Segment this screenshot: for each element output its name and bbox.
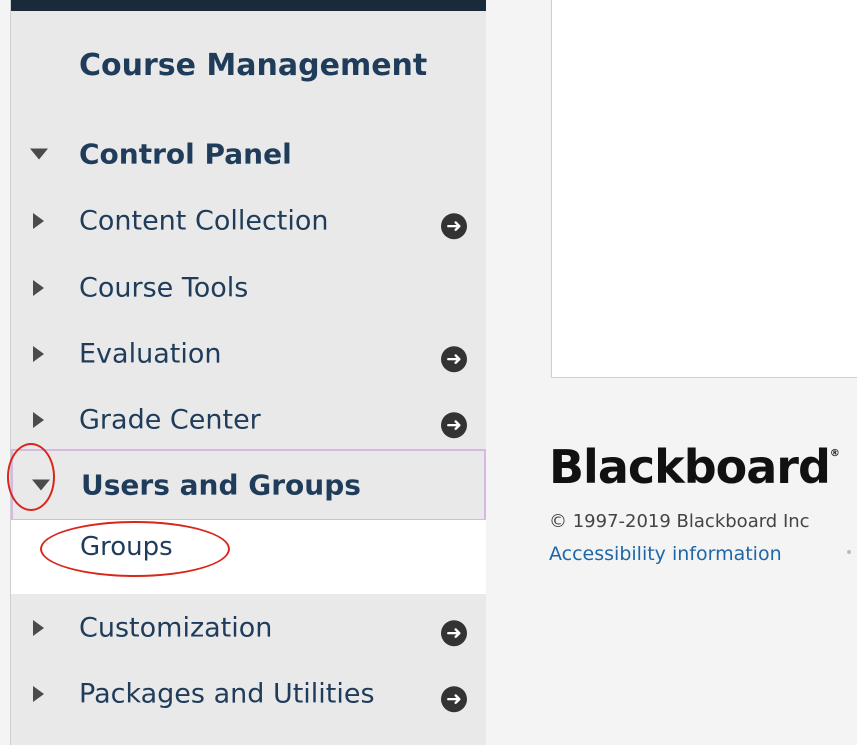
content-area	[551, 0, 857, 378]
registered-mark: ®	[829, 448, 840, 459]
sidebar-item-content-collection[interactable]: Content Collection ➜	[11, 190, 486, 252]
blackboard-logo: Blackboard®	[549, 440, 840, 494]
expand-triangle-icon[interactable]	[33, 280, 44, 296]
annotation-oval	[40, 521, 230, 577]
go-arrow-icon[interactable]: ➜	[441, 213, 467, 240]
top-bar	[11, 0, 486, 11]
sidebar-item-label: Content Collection	[79, 205, 329, 237]
sidebar-item-users-and-groups[interactable]: Users and Groups	[11, 449, 486, 521]
go-arrow-icon[interactable]: ➜	[441, 686, 467, 713]
sidebar-item-label: Grade Center	[79, 404, 261, 436]
sidebar-item-label: Packages and Utilities	[79, 678, 375, 710]
annotation-circle	[7, 443, 55, 511]
sidebar-item-grade-center[interactable]: Grade Center ➜	[11, 389, 486, 451]
separator-dot	[847, 550, 851, 554]
expand-triangle-icon[interactable]	[33, 346, 44, 362]
sidebar-item-packages-and-utilities[interactable]: Packages and Utilities ➜	[11, 663, 486, 725]
brand-text: Blackboard	[549, 440, 831, 494]
go-arrow-icon[interactable]: ➜	[441, 412, 467, 439]
sidebar-item-customization[interactable]: Customization ➜	[11, 597, 486, 659]
course-management-heading: Course Management	[79, 48, 428, 83]
sidebar-item-course-tools[interactable]: Course Tools	[11, 257, 486, 319]
control-panel-row[interactable]: Control Panel	[11, 123, 486, 185]
go-arrow-icon[interactable]: ➜	[441, 346, 467, 373]
expand-triangle-icon[interactable]	[33, 620, 44, 636]
go-arrow-icon[interactable]: ➜	[441, 620, 467, 647]
sidebar-item-label: Customization	[79, 612, 273, 644]
control-panel-label: Control Panel	[79, 137, 292, 171]
sidebar-item-label: Users and Groups	[81, 468, 361, 502]
copyright-text: © 1997-2019 Blackboard Inc	[549, 511, 810, 532]
course-management-sidebar: Course Management Control Panel Content …	[10, 0, 486, 745]
expand-triangle-icon[interactable]	[33, 213, 44, 229]
accessibility-link[interactable]: Accessibility information	[549, 543, 782, 565]
expand-triangle-icon[interactable]	[33, 686, 44, 702]
sidebar-item-label: Course Tools	[79, 272, 249, 304]
collapse-triangle-icon[interactable]	[30, 148, 48, 160]
sidebar-item-label: Evaluation	[79, 338, 222, 370]
sidebar-item-evaluation[interactable]: Evaluation ➜	[11, 323, 486, 385]
expand-triangle-icon[interactable]	[33, 412, 44, 428]
